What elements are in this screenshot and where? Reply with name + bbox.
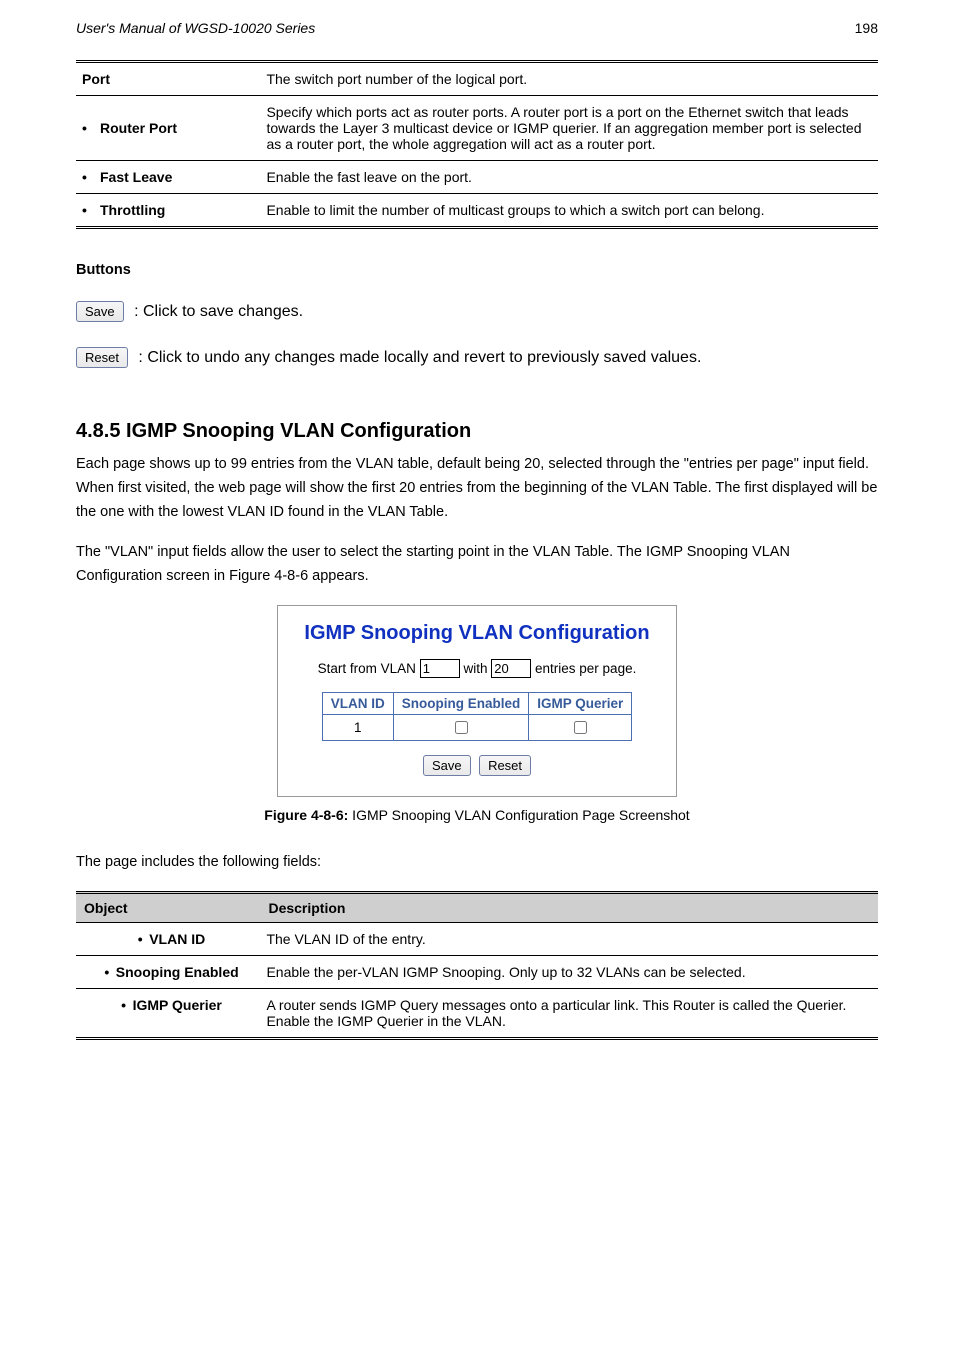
section-heading: 4.8.5 IGMP Snooping VLAN Configuration: [76, 420, 878, 443]
spec2-head-desc: Description: [260, 892, 878, 922]
top-row-1-label-text: Fast Leave: [100, 169, 172, 185]
section-p2-b: appears.: [312, 568, 368, 584]
top-table-header-desc: The switch port number of the logical po…: [260, 62, 878, 96]
top-table-header-port: Port: [76, 62, 260, 96]
bullet-icon: •: [82, 169, 100, 185]
spec2-table: Object Description •VLAN ID The VLAN ID …: [76, 891, 878, 1040]
spec2-row-0-desc: The VLAN ID of the entry.: [260, 922, 878, 955]
top-row-1-label: •Fast Leave: [76, 161, 260, 194]
save-button[interactable]: Save: [76, 301, 124, 322]
screenshot-save-button[interactable]: Save: [423, 755, 471, 776]
screenshot-reset-button[interactable]: Reset: [479, 755, 531, 776]
spec2-row-0-label: •VLAN ID: [76, 922, 260, 955]
table-row: 1: [322, 714, 632, 740]
entries-per-page-input[interactable]: [491, 659, 531, 678]
top-row-2-label: •Throttling: [76, 194, 260, 228]
section-p2: The "VLAN" input fields allow the user t…: [76, 541, 878, 589]
igmp-col-0: VLAN ID: [322, 692, 393, 714]
spec2-row-2-label: •IGMP Querier: [76, 988, 260, 1038]
screenshot-panel: IGMP Snooping VLAN Configuration Start f…: [277, 605, 676, 797]
buttons-heading: Buttons: [76, 259, 878, 283]
top-row-1-desc: Enable the fast leave on the port.: [260, 161, 878, 194]
start-from-vlan-label: Start from VLAN: [318, 661, 416, 676]
top-spec-table: Port The switch port number of the logic…: [76, 60, 878, 229]
bullet-icon: •: [115, 997, 133, 1013]
top-row-2-desc: Enable to limit the number of multicast …: [260, 194, 878, 228]
figure-caption-bold: Figure 4-8-6:: [264, 807, 348, 823]
page-number: 198: [855, 20, 878, 36]
spec2-row-1-desc: Enable the per-VLAN IGMP Snooping. Only …: [260, 955, 878, 988]
bullet-icon: •: [82, 120, 100, 136]
igmp-col-2: IGMP Querier: [529, 692, 632, 714]
spec2-row-0-label-text: VLAN ID: [149, 931, 205, 947]
igmp-querier-checkbox[interactable]: [574, 721, 587, 734]
vlan-start-input[interactable]: [420, 659, 460, 678]
bullet-icon: •: [98, 964, 116, 980]
snooping-enabled-checkbox[interactable]: [455, 721, 468, 734]
save-desc: : Click to save changes.: [134, 303, 303, 320]
spec2-row-2-desc: A router sends IGMP Query messages onto …: [260, 988, 878, 1038]
igmp-col-1: Snooping Enabled: [393, 692, 529, 714]
doc-header: User's Manual of WGSD-10020 Series: [76, 20, 315, 36]
igmp-row-vlanid: 1: [322, 714, 393, 740]
spec2-row-1-label-text: Snooping Enabled: [116, 964, 239, 980]
section-p2-fig: Figure 4-8-6: [229, 568, 308, 584]
reset-desc: : Click to undo any changes made locally…: [138, 349, 701, 366]
bullet-icon: •: [131, 931, 149, 947]
top-row-2-label-text: Throttling: [100, 202, 165, 218]
top-row-0-label-text: Router Port: [100, 120, 177, 136]
bullet-icon: •: [82, 202, 100, 218]
entries-per-page-label: entries per page.: [535, 661, 636, 676]
top-row-0-label: •Router Port: [76, 96, 260, 161]
top-row-0-desc: Specify which ports act as router ports.…: [260, 96, 878, 161]
screenshot-controls: Start from VLAN with entries per page.: [304, 659, 649, 678]
page-includes-text: The page includes the following fields:: [76, 851, 878, 875]
section-p2-a: The "VLAN" input fields allow the user t…: [76, 544, 790, 584]
figure-caption: Figure 4-8-6: IGMP Snooping VLAN Configu…: [76, 807, 878, 823]
reset-button[interactable]: Reset: [76, 347, 128, 368]
spec2-row-2-label-text: IGMP Querier: [133, 997, 222, 1013]
screenshot-title: IGMP Snooping VLAN Configuration: [304, 622, 649, 645]
figure-caption-rest: IGMP Snooping VLAN Configuration Page Sc…: [348, 807, 689, 823]
igmp-table: VLAN ID Snooping Enabled IGMP Querier 1: [322, 692, 633, 741]
spec2-row-1-label: •Snooping Enabled: [76, 955, 260, 988]
section-p1: Each page shows up to 99 entries from th…: [76, 453, 878, 525]
with-label: with: [463, 661, 487, 676]
spec2-head-object: Object: [76, 892, 260, 922]
